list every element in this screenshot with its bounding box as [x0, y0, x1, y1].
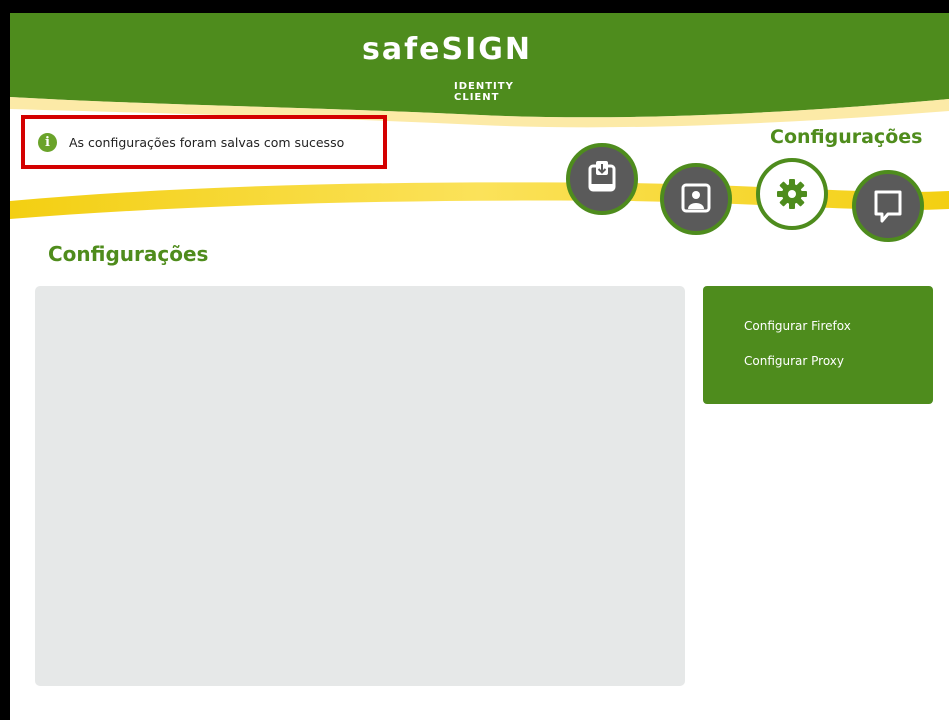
- logo-subtitle: IDENTITY CLIENT: [454, 81, 514, 103]
- page-title: Configurações: [48, 242, 209, 266]
- nav-download-button[interactable]: [566, 143, 638, 215]
- app-window: safeSIGN IDENTITY CLIENT i As configuraç…: [0, 0, 949, 720]
- speech-bubble-icon: [874, 190, 902, 223]
- configure-firefox-link[interactable]: Configurar Firefox: [744, 319, 851, 333]
- section-title: Configurações: [770, 126, 923, 148]
- nav-settings-button[interactable]: [756, 158, 828, 230]
- download-icon: [588, 161, 616, 192]
- success-notification: i As configurações foram salvas com suce…: [21, 115, 387, 169]
- nav-certificate-button[interactable]: [660, 163, 732, 235]
- settings-menu: Configurar Firefox Configurar Proxy: [703, 286, 933, 404]
- gear-icon: [777, 179, 807, 209]
- notification-message: As configurações foram salvas com sucess…: [69, 135, 345, 150]
- nav-support-button[interactable]: [852, 170, 924, 242]
- content-panel: [35, 286, 685, 686]
- certificate-icon: [681, 183, 711, 213]
- configure-proxy-link[interactable]: Configurar Proxy: [744, 354, 844, 368]
- safesign-logo: safeSIGN IDENTITY CLIENT: [362, 32, 562, 103]
- info-icon: i: [38, 133, 57, 152]
- logo-text: safeSIGN: [362, 32, 532, 67]
